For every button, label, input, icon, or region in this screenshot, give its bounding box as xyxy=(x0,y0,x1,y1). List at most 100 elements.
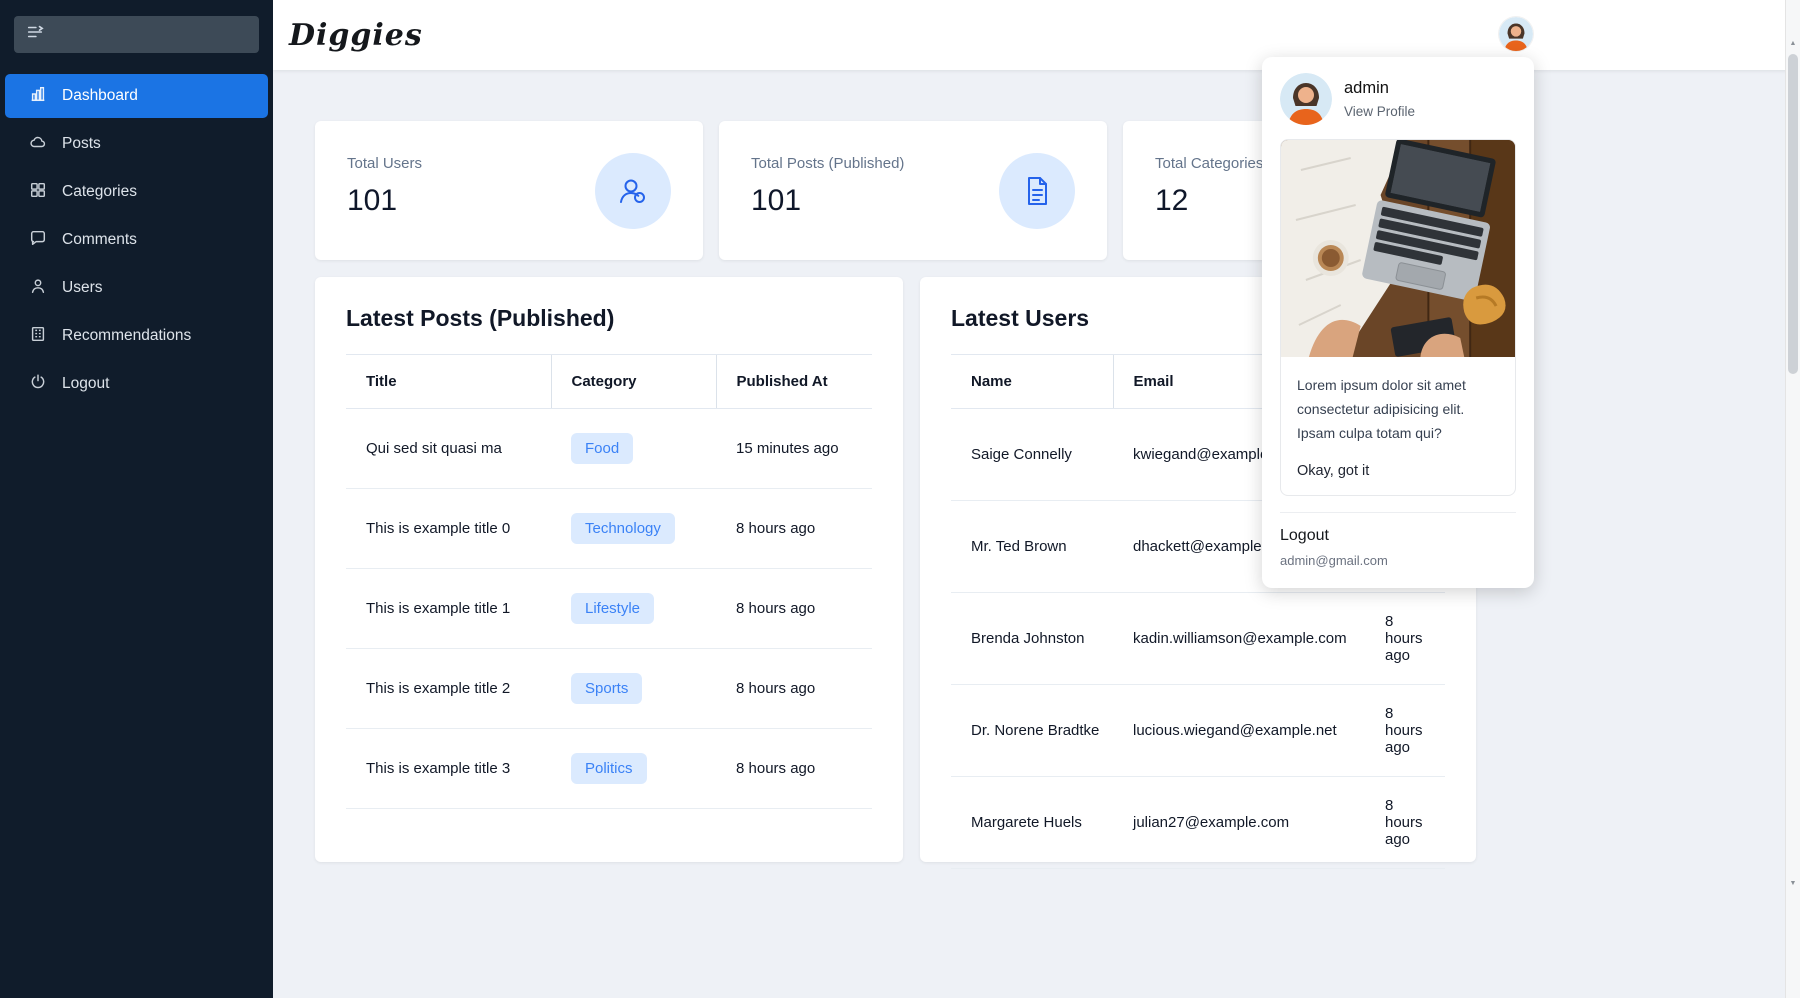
profile-popover: admin View Profile xyxy=(1262,57,1534,588)
category-badge[interactable]: Technology xyxy=(571,513,675,544)
post-title-cell: This is example title 2 xyxy=(346,649,551,729)
user-created-cell: 8 hours ago xyxy=(1365,685,1445,777)
category-badge[interactable]: Food xyxy=(571,433,633,464)
profile-email: admin@gmail.com xyxy=(1280,553,1516,568)
category-badge[interactable]: Sports xyxy=(571,673,642,704)
scroll-up-arrow[interactable]: ▲ xyxy=(1786,38,1800,50)
user-name-cell: Brenda Johnston xyxy=(951,593,1113,685)
latest-posts-panel: Latest Posts (Published) Title Category … xyxy=(315,277,903,862)
table-row: This is example title 2 Sports 8 hours a… xyxy=(346,649,872,729)
sidebar-item-label: Recommendations xyxy=(62,327,191,345)
sidebar-item-label: Logout xyxy=(62,375,109,393)
profile-card-text: Lorem ipsum dolor sit amet consectetur a… xyxy=(1297,373,1499,445)
sidebar-item-posts[interactable]: Posts xyxy=(5,122,268,166)
cloud-icon xyxy=(29,133,47,156)
latest-posts-title: Latest Posts (Published) xyxy=(346,305,872,332)
desk-photo xyxy=(1281,140,1516,357)
category-badge[interactable]: Politics xyxy=(571,753,647,784)
user-name-cell: Mr. Ted Brown xyxy=(951,501,1113,593)
user-created-cell: 8 hours ago xyxy=(1365,777,1445,869)
view-profile-link[interactable]: View Profile xyxy=(1344,104,1415,119)
sidebar-item-categories[interactable]: Categories xyxy=(5,170,268,214)
scroll-down-arrow[interactable]: ▼ xyxy=(1786,878,1800,890)
sidebar-item-logout[interactable]: Logout xyxy=(5,362,268,406)
sidebar-item-users[interactable]: Users xyxy=(5,266,268,310)
dismiss-button[interactable]: Okay, got it xyxy=(1297,463,1499,479)
post-published-cell: 15 minutes ago xyxy=(716,409,872,489)
page-scrollbar[interactable]: ▲ ▼ xyxy=(1785,0,1800,998)
user-icon xyxy=(29,277,47,300)
users-col-name: Name xyxy=(951,355,1113,409)
post-title-cell: This is example title 1 xyxy=(346,569,551,649)
avatar-image xyxy=(1280,73,1332,125)
stat-value: 12 xyxy=(1155,184,1263,218)
category-badge[interactable]: Lifestyle xyxy=(571,593,654,624)
avatar-image xyxy=(1499,17,1533,51)
latest-posts-table: Title Category Published At Qui sed sit … xyxy=(346,354,872,809)
post-title-cell: This is example title 3 xyxy=(346,729,551,809)
stats-row: Total Users 101 Total Posts (Published) … xyxy=(315,121,1800,260)
post-published-cell: 8 hours ago xyxy=(716,489,872,569)
sidebar-nav: Dashboard Posts Categories xyxy=(0,72,273,408)
sidebar-item-label: Categories xyxy=(62,183,137,201)
posts-col-title: Title xyxy=(346,355,551,409)
stat-label: Total Categories xyxy=(1155,155,1263,172)
bar-chart-icon xyxy=(29,85,47,108)
brand-logo: Diggies xyxy=(289,18,423,53)
grid-icon xyxy=(29,181,47,204)
stat-card-total-users: Total Users 101 xyxy=(315,121,703,260)
stat-label: Total Users xyxy=(347,155,422,172)
user-name-cell: Saige Connelly xyxy=(951,409,1113,501)
document-icon xyxy=(999,153,1075,229)
profile-name: admin xyxy=(1344,79,1415,98)
sidebar-item-recommendations[interactable]: Recommendations xyxy=(5,314,268,358)
sidebar-item-label: Comments xyxy=(62,231,137,249)
user-created-cell: 8 hours ago xyxy=(1365,593,1445,685)
user-email-cell: julian27@example.com xyxy=(1113,777,1365,869)
user-avatar[interactable] xyxy=(1499,17,1533,51)
stat-card-total-posts: Total Posts (Published) 101 xyxy=(719,121,1107,260)
sidebar-toggle-button[interactable] xyxy=(14,16,259,53)
sidebar-item-label: Posts xyxy=(62,135,101,153)
logout-button[interactable]: Logout xyxy=(1280,527,1516,545)
table-row: Dr. Norene Bradtke lucious.wiegand@examp… xyxy=(951,685,1445,777)
post-title-cell: Qui sed sit quasi ma xyxy=(346,409,551,489)
post-published-cell: 8 hours ago xyxy=(716,729,872,809)
topbar: Diggies xyxy=(273,0,1800,70)
stat-label: Total Posts (Published) xyxy=(751,155,904,172)
panels-row: Latest Posts (Published) Title Category … xyxy=(315,277,1800,862)
post-published-cell: 8 hours ago xyxy=(716,569,872,649)
table-row: Qui sed sit quasi ma Food 15 minutes ago xyxy=(346,409,872,489)
sidebar-item-comments[interactable]: Comments xyxy=(5,218,268,262)
table-row: This is example title 1 Lifestyle 8 hour… xyxy=(346,569,872,649)
post-published-cell: 8 hours ago xyxy=(716,649,872,729)
logout-icon xyxy=(29,373,47,396)
profile-avatar[interactable] xyxy=(1280,73,1332,125)
sidebar-item-label: Dashboard xyxy=(62,87,138,105)
scrollbar-thumb[interactable] xyxy=(1788,54,1798,374)
user-name-cell: Dr. Norene Bradtke xyxy=(951,685,1113,777)
stat-value: 101 xyxy=(751,184,904,218)
stat-value: 101 xyxy=(347,184,422,218)
posts-col-category: Category xyxy=(551,355,716,409)
menu-icon xyxy=(26,23,44,46)
table-row: Brenda Johnston kadin.williamson@example… xyxy=(951,593,1445,685)
sidebar-item-label: Users xyxy=(62,279,102,297)
sidebar-item-dashboard[interactable]: Dashboard xyxy=(5,74,268,118)
profile-card-body: Lorem ipsum dolor sit amet consectetur a… xyxy=(1281,357,1515,495)
building-icon xyxy=(29,325,47,348)
users-icon xyxy=(595,153,671,229)
table-row: This is example title 0 Technology 8 hou… xyxy=(346,489,872,569)
sidebar: Dashboard Posts Categories xyxy=(0,0,273,998)
table-header-row: Title Category Published At xyxy=(346,355,872,409)
table-row: This is example title 3 Politics 8 hours… xyxy=(346,729,872,809)
table-row: Margarete Huels julian27@example.com 8 h… xyxy=(951,777,1445,869)
user-name-cell: Margarete Huels xyxy=(951,777,1113,869)
posts-col-published: Published At xyxy=(716,355,872,409)
main-content: Total Users 101 Total Posts (Published) … xyxy=(273,70,1800,998)
comment-icon xyxy=(29,229,47,252)
profile-popover-header: admin View Profile xyxy=(1280,73,1516,125)
user-email-cell: lucious.wiegand@example.net xyxy=(1113,685,1365,777)
user-email-cell: kadin.williamson@example.com xyxy=(1113,593,1365,685)
post-title-cell: This is example title 0 xyxy=(346,489,551,569)
